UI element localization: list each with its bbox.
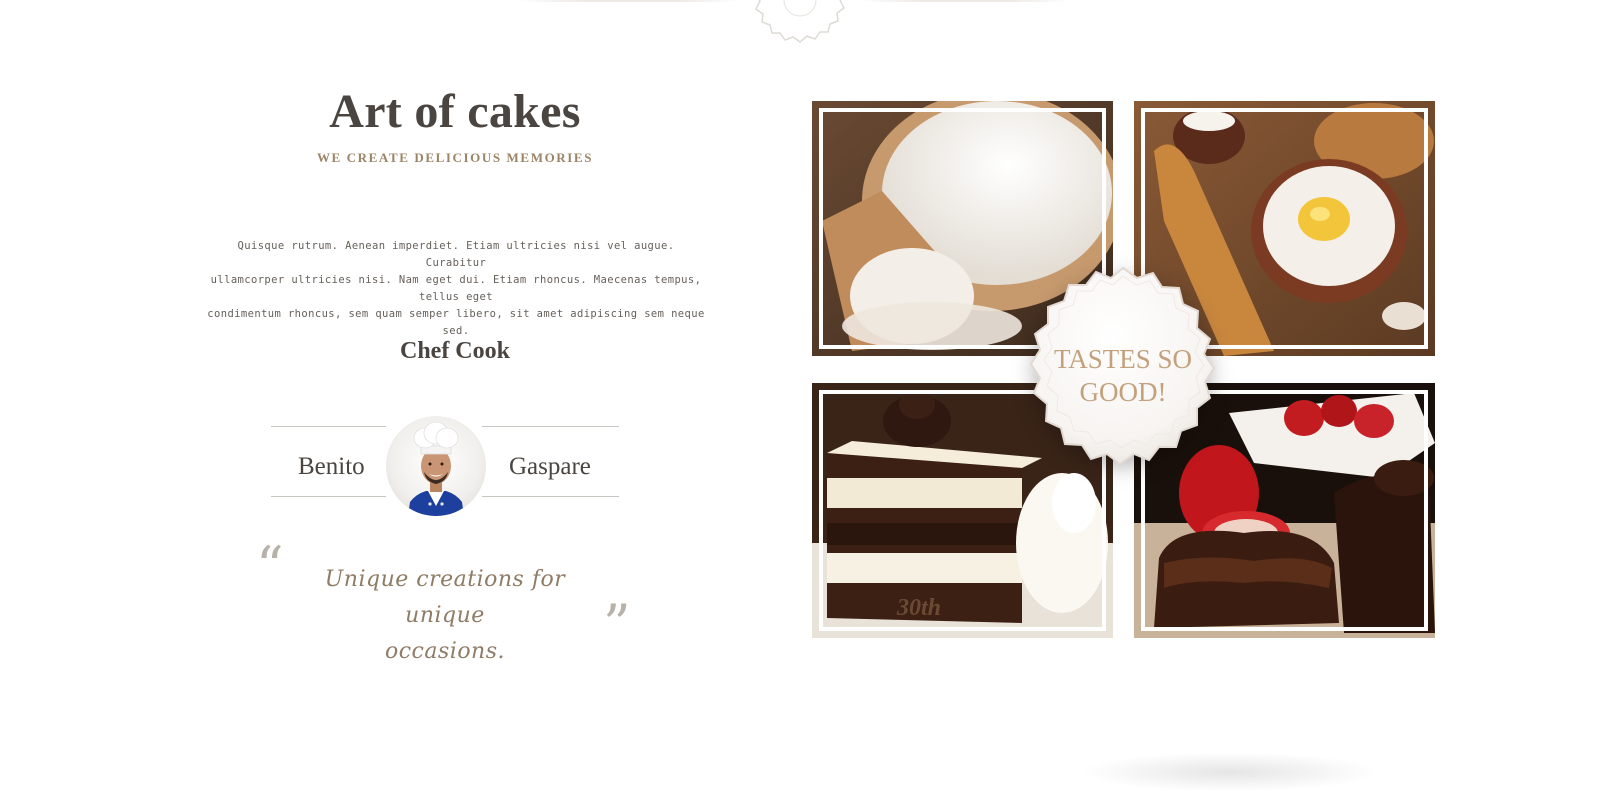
- chef-last-name: Gaspare: [509, 453, 591, 480]
- scalloped-emblem-icon: [755, 0, 845, 43]
- top-divider-right: [860, 0, 1070, 2]
- intro-line: Quisque rutrum. Aenean imperdiet. Etiam …: [237, 240, 675, 269]
- chef-portrait-icon: [408, 421, 464, 516]
- chef-role: Chef Cook: [399, 338, 510, 364]
- quote-open-icon: “: [256, 535, 284, 598]
- divider: [271, 496, 386, 497]
- intro-line: condimentum rhoncus, sem quam semper lib…: [207, 308, 705, 337]
- chef-nameplate: Benito Gaspare: [271, 416, 619, 518]
- motto-quote: Unique creations for unique occasions.: [300, 562, 590, 670]
- divider: [482, 426, 619, 427]
- top-divider-left: [520, 0, 740, 2]
- cake-plate-label: 30th: [896, 595, 941, 621]
- badge-line: TASTES SO: [1053, 344, 1193, 374]
- chef-first-name: Benito: [298, 453, 365, 480]
- section-title: Art of cakes: [329, 85, 581, 138]
- quote-close-icon: ”: [603, 593, 631, 656]
- chef-avatar: [386, 416, 486, 516]
- tastes-badge-text: TASTES SO GOOD!: [1032, 343, 1214, 409]
- divider: [482, 496, 619, 497]
- divider: [271, 426, 386, 427]
- badge-line: GOOD!: [1079, 377, 1167, 407]
- intro-line: ullamcorper ultricies nisi. Nam eget dui…: [210, 274, 702, 303]
- footer-shadow: [1080, 752, 1380, 792]
- section-subtitle: WE CREATE DELICIOUS MEMORIES: [316, 150, 594, 165]
- motto-line: Unique creations for unique: [324, 567, 566, 628]
- intro-paragraph: Quisque rutrum. Aenean imperdiet. Etiam …: [206, 238, 706, 340]
- motto-line: occasions.: [384, 639, 506, 664]
